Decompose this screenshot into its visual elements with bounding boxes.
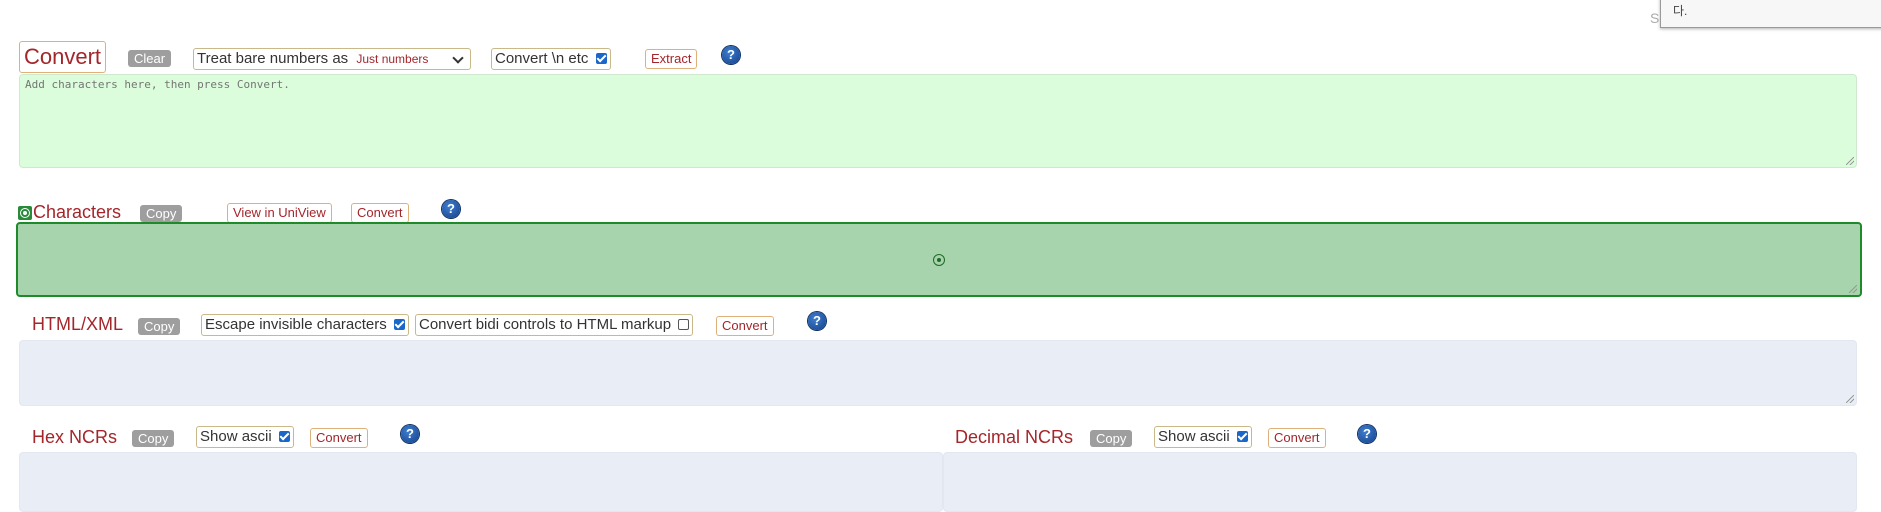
decimal-show-ascii-label: Show ascii [1158, 428, 1230, 445]
hex-show-ascii-option: Show ascii [196, 426, 294, 448]
bidi-controls-option: Convert bidi controls to HTML markup [415, 314, 694, 336]
hex-show-ascii-checkbox[interactable] [278, 431, 290, 442]
html-xml-title: HTML/XML [32, 314, 124, 334]
treat-numbers-option: Treat bare numbers as Just numbers [193, 48, 471, 70]
html-copy-button[interactable]: Copy [138, 318, 181, 335]
corner-tooltip: 다. [1660, 0, 1881, 28]
help-icon-hex[interactable]: ? [401, 425, 419, 443]
bidi-controls-checkbox[interactable] [678, 319, 690, 330]
hex-ncrs-output[interactable] [19, 452, 943, 512]
convert-title-button[interactable]: Convert [19, 41, 107, 73]
help-icon-convert[interactable]: ? [722, 46, 740, 64]
decimal-show-ascii-option: Show ascii [1154, 426, 1252, 448]
html-convert-button[interactable]: Convert [716, 316, 774, 336]
treat-numbers-label: Treat bare numbers as [197, 50, 349, 67]
chevron-down-icon [452, 52, 465, 64]
extract-button[interactable]: Extract [645, 49, 698, 69]
characters-convert-button[interactable]: Convert [351, 203, 409, 223]
hex-copy-button[interactable]: Copy [132, 430, 175, 447]
resize-handle[interactable] [1846, 157, 1854, 165]
help-icon-html[interactable]: ? [808, 312, 826, 330]
convert-newline-option: Convert \n etc [491, 48, 611, 70]
clear-button[interactable]: Clear [128, 50, 172, 67]
decimal-ncrs-output[interactable] [943, 452, 1857, 512]
html-xml-output[interactable] [19, 340, 1857, 406]
characters-copy-button[interactable]: Copy [140, 205, 183, 222]
decimal-show-ascii-checkbox[interactable] [1236, 431, 1248, 442]
treat-numbers-select[interactable]: Just numbers [356, 50, 466, 68]
target-icon[interactable] [18, 206, 32, 220]
hex-ncrs-title: Hex NCRs [32, 427, 118, 447]
decimal-copy-button[interactable]: Copy [1090, 430, 1133, 447]
crosshair-icon [933, 254, 945, 266]
escape-invisible-label: Escape invisible characters [205, 316, 387, 333]
hex-convert-button[interactable]: Convert [310, 428, 368, 448]
characters-title: Characters [33, 202, 122, 222]
resize-handle[interactable] [1849, 285, 1857, 293]
help-icon-decimal[interactable]: ? [1358, 425, 1376, 443]
treat-numbers-selected: Just numbers [356, 52, 429, 66]
help-icon-characters[interactable]: ? [442, 200, 460, 218]
tooltip-text: 다. [1673, 4, 1688, 18]
decimal-convert-button[interactable]: Convert [1268, 428, 1326, 448]
partial-letter: S [1650, 10, 1660, 26]
convert-newline-label: Convert \n etc [495, 50, 589, 67]
decimal-ncrs-title: Decimal NCRs [955, 427, 1074, 447]
convert-newline-checkbox[interactable] [595, 53, 607, 64]
escape-invisible-checkbox[interactable] [393, 319, 405, 330]
characters-output[interactable] [16, 222, 1862, 297]
resize-handle[interactable] [1846, 395, 1854, 403]
convert-title-label: Convert [24, 44, 102, 69]
hex-show-ascii-label: Show ascii [200, 428, 272, 445]
escape-invisible-option: Escape invisible characters [201, 314, 409, 336]
convert-input[interactable] [19, 74, 1857, 168]
view-in-uniview-button[interactable]: View in UniView [227, 203, 332, 223]
bidi-controls-label: Convert bidi controls to HTML markup [419, 316, 672, 333]
